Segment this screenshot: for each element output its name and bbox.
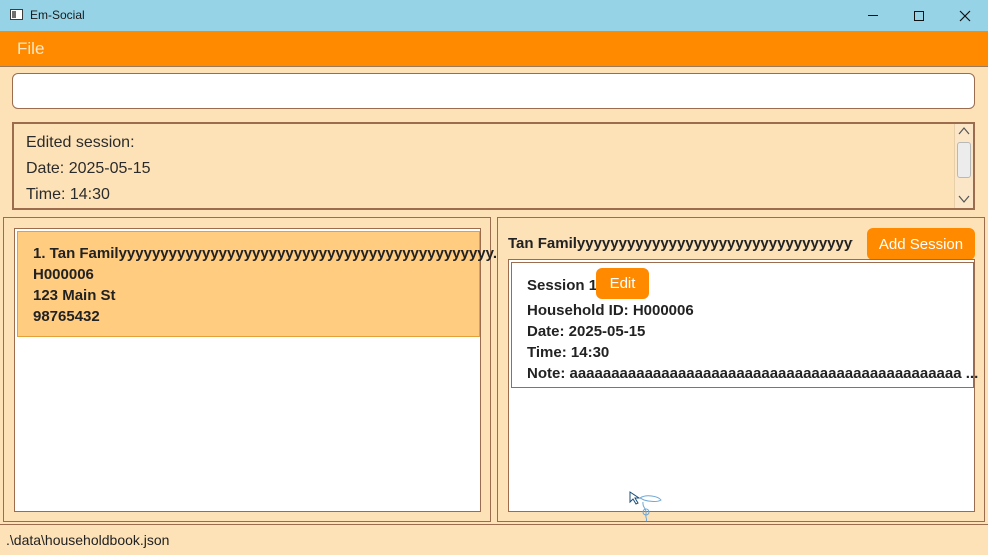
session-household-id: Household ID: H000006 (527, 302, 694, 319)
scroll-down-icon[interactable] (958, 194, 970, 206)
result-scrollbar[interactable] (954, 124, 973, 208)
session-household-name: Tan Familyyyyyyyyyyyyyyyyyyyyyyyyyyyyyyy… (508, 235, 853, 252)
household-id: H000006 (33, 266, 94, 283)
app-icon (10, 9, 23, 20)
status-bar: .\data\householdbook.json (0, 524, 988, 555)
maximize-icon (914, 10, 924, 21)
menu-file[interactable]: File (17, 39, 44, 59)
session-card[interactable]: Session 1 Edit Household ID: H000006 Dat… (511, 262, 978, 388)
cursor-icon (629, 491, 662, 522)
result-line-2: Date: 2025-05-15 (26, 160, 151, 177)
close-button[interactable] (942, 0, 988, 31)
session-title: Session 1 (527, 277, 598, 294)
add-session-button[interactable]: Add Session (867, 228, 975, 260)
household-list-panel: 1. Tan Familyyyyyyyyyyyyyyyyyyyyyyyyyyyy… (3, 217, 505, 522)
result-line-3: Time: 14:30 (26, 186, 110, 203)
household-address: 123 Main St (33, 287, 116, 304)
close-icon (959, 10, 971, 21)
menu-bar: File (0, 31, 988, 67)
title-bar: Em-Social (0, 0, 988, 31)
session-note: Note: aaaaaaaaaaaaaaaaaaaaaaaaaaaaaaaaaa… (527, 365, 979, 382)
session-panel: Tan Familyyyyyyyyyyyyyyyyyyyyyyyyyyyyyyy… (497, 217, 985, 522)
household-index-name: 1. Tan Familyyyyyyyyyyyyyyyyyyyyyyyyyyyy… (33, 245, 506, 262)
minimize-icon (868, 15, 878, 16)
session-time: Time: 14:30 (527, 344, 610, 361)
window-title: Em-Social (30, 8, 85, 22)
minimize-button[interactable] (850, 0, 896, 31)
session-date: Date: 2025-05-15 (527, 323, 646, 340)
household-phone: 98765432 (33, 308, 100, 325)
session-list[interactable]: Session 1 Edit Household ID: H000006 Dat… (508, 259, 978, 512)
maximize-button[interactable] (896, 0, 942, 31)
result-line-1: Edited session: (26, 134, 135, 151)
scroll-thumb[interactable] (957, 142, 971, 178)
household-list[interactable]: 1. Tan Familyyyyyyyyyyyyyyyyyyyyyyyyyyyy… (14, 228, 505, 512)
edit-session-button[interactable]: Edit (596, 268, 649, 299)
scroll-up-icon[interactable] (958, 126, 970, 138)
command-input[interactable] (12, 73, 975, 109)
household-card[interactable]: 1. Tan Familyyyyyyyyyyyyyyyyyyyyyyyyyyyy… (17, 231, 505, 337)
status-file-path: .\data\householdbook.json (6, 532, 170, 548)
result-display: Edited session: Date: 2025-05-15 Time: 1… (12, 122, 975, 210)
